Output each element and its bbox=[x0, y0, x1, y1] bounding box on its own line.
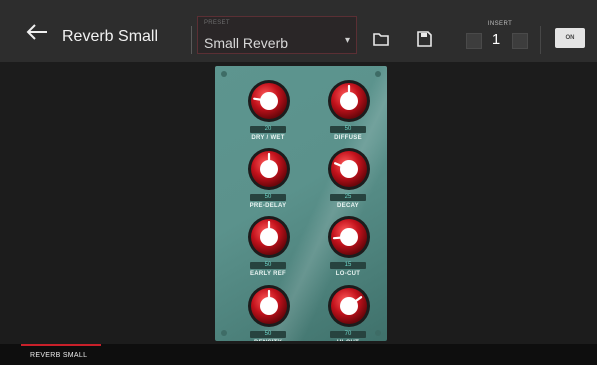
folder-icon[interactable] bbox=[372, 30, 390, 48]
divider bbox=[540, 26, 541, 54]
knob-value: 50 bbox=[330, 126, 366, 133]
knob-label: DENSITY bbox=[229, 340, 307, 341]
knob-diffuse[interactable]: 50 DIFFUSE bbox=[315, 77, 381, 147]
knob-label: PRE-DELAY bbox=[249, 203, 287, 209]
knob-dial[interactable] bbox=[245, 77, 293, 125]
knob-value: 50 bbox=[250, 194, 286, 201]
insert-number: 1 bbox=[491, 31, 501, 48]
knob-dial[interactable] bbox=[325, 282, 373, 330]
knob-label: LO-CUT bbox=[335, 271, 361, 277]
insert-caption: INSERT bbox=[487, 21, 513, 27]
knob-dial[interactable] bbox=[325, 77, 373, 125]
knob-dial[interactable] bbox=[325, 213, 373, 261]
knob-value: 25 bbox=[330, 194, 366, 201]
tab-reverb-small[interactable]: REVERB SMALL bbox=[30, 352, 87, 359]
divider bbox=[191, 26, 192, 54]
knob-value: 20 bbox=[250, 126, 286, 133]
knob-value: 50 bbox=[250, 262, 286, 269]
on-toggle-button[interactable]: ON bbox=[555, 28, 585, 48]
knob-label: EARLY REF bbox=[249, 271, 287, 277]
knob-lo-cut[interactable]: 15 LO-CUT bbox=[315, 213, 381, 283]
knob-dry-wet[interactable]: 20 DRY / WET bbox=[235, 77, 301, 147]
knob-label: HI-CUT bbox=[309, 340, 387, 341]
save-icon[interactable] bbox=[415, 30, 433, 48]
preset-selector[interactable]: PRESET Small Reverb ▾ bbox=[197, 16, 357, 54]
top-bar: Reverb Small PRESET Small Reverb ▾ INSER… bbox=[0, 0, 597, 62]
knob-hi-cut[interactable]: 70HI-CUT bbox=[315, 282, 381, 341]
knob-dial[interactable] bbox=[245, 213, 293, 261]
knob-value: 50 bbox=[250, 331, 286, 338]
insert-next-button[interactable] bbox=[512, 33, 528, 49]
knob-value: 15 bbox=[330, 262, 366, 269]
screw-icon bbox=[221, 330, 227, 336]
knob-label: DIFFUSE bbox=[334, 135, 362, 141]
knob-label: DECAY bbox=[337, 203, 359, 209]
knob-dial[interactable] bbox=[245, 145, 293, 193]
knob-density[interactable]: 50DENSITY bbox=[235, 282, 301, 341]
active-tab-indicator bbox=[21, 344, 101, 346]
preset-value: Small Reverb bbox=[204, 35, 289, 51]
knob-pre-delay[interactable]: 50 PRE-DELAY bbox=[235, 145, 301, 215]
insert-prev-button[interactable] bbox=[466, 33, 482, 49]
plugin-title: Reverb Small bbox=[62, 28, 159, 45]
preset-caption: PRESET bbox=[204, 20, 230, 26]
back-arrow-icon[interactable] bbox=[26, 24, 48, 40]
bottom-tab-bar bbox=[0, 344, 597, 365]
knob-label: DRY / WET bbox=[251, 135, 285, 141]
knob-dial[interactable] bbox=[245, 282, 293, 330]
knob-value: 70 bbox=[330, 331, 366, 338]
reverb-plugin-panel: 20 DRY / WET 50 DIFFUSE 50 PRE-DELAY 25 DECAY 50… bbox=[215, 66, 387, 341]
screw-icon bbox=[221, 71, 227, 77]
chevron-down-icon: ▾ bbox=[344, 35, 350, 46]
knob-decay[interactable]: 25 DECAY bbox=[315, 145, 381, 215]
knob-early-ref[interactable]: 50 EARLY REF bbox=[235, 213, 301, 283]
knob-dial[interactable] bbox=[325, 145, 373, 193]
